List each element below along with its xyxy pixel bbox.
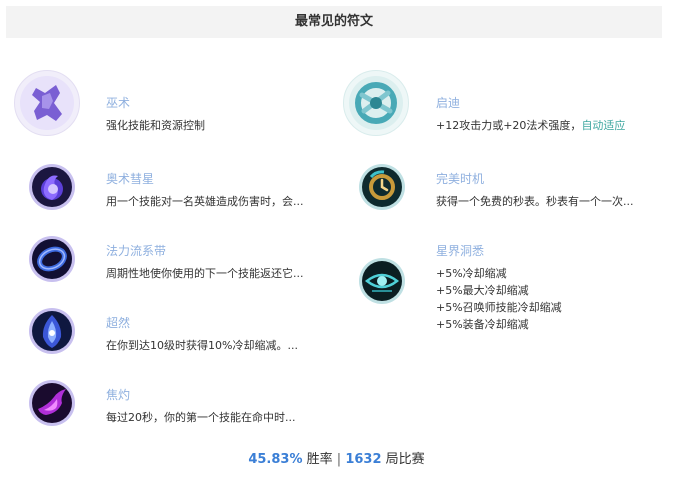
- rune-description: 周期性地使你使用的下一个技能返还它...: [106, 267, 304, 280]
- arcane-comet-icon: [28, 163, 76, 211]
- rune-description: 强化技能和资源控制: [106, 119, 205, 132]
- sorcery-path-icon: [14, 70, 80, 136]
- rune-description: 每过20秒，你的第一个技能在命中时...: [106, 411, 296, 424]
- games-label: 局比赛: [385, 452, 425, 467]
- perfect-timing-icon: [358, 163, 406, 211]
- win-rate-label: 胜率: [306, 452, 333, 467]
- rune-description-line: +5%冷却缩减: [436, 267, 507, 280]
- rune-name: 超然: [106, 316, 131, 330]
- rune-description-line: +5%召唤师技能冷却缩减: [436, 301, 562, 314]
- section-title: 最常见的符文: [6, 6, 662, 38]
- rune-description: 用一个技能对一名英雄造成伤害时，会...: [106, 195, 304, 208]
- rune-description-line: +5%装备冷却缩减: [436, 318, 529, 331]
- rune-description: +12攻击力或+20法术强度，自动适应: [436, 118, 625, 134]
- scorch-icon: [28, 379, 76, 427]
- rune-description: 在你到达10级时获得10%冷却缩减。...: [106, 339, 298, 352]
- win-rate-value: 45.83%: [248, 452, 303, 467]
- rune-name: 奥术彗星: [106, 172, 155, 186]
- rune-name: 法力流系带: [106, 244, 167, 258]
- stats-separator: |: [336, 452, 342, 467]
- match-stats: 45.83% 胜率 | 1632 局比赛: [0, 448, 673, 467]
- rune-name: 启迪: [436, 96, 461, 110]
- cosmic-insight-icon: [358, 257, 406, 305]
- rune-name: 星界洞悉: [436, 244, 485, 258]
- rune-name: 焦灼: [106, 388, 131, 402]
- manaflow-band-icon: [28, 235, 76, 283]
- rune-name: 巫术: [106, 96, 131, 110]
- transcendence-icon: [28, 307, 76, 355]
- games-count: 1632: [345, 452, 382, 467]
- rune-description: 获得一个免费的秒表。秒表有一个一次...: [436, 195, 634, 208]
- inspiration-path-icon: [343, 70, 409, 136]
- rune-description-text: +12攻击力或+20法术强度，: [436, 119, 582, 132]
- adaptive-highlight: 自动适应: [581, 119, 626, 132]
- rune-name: 完美时机: [436, 172, 485, 186]
- rune-description-line: +5%最大冷却缩减: [436, 284, 529, 297]
